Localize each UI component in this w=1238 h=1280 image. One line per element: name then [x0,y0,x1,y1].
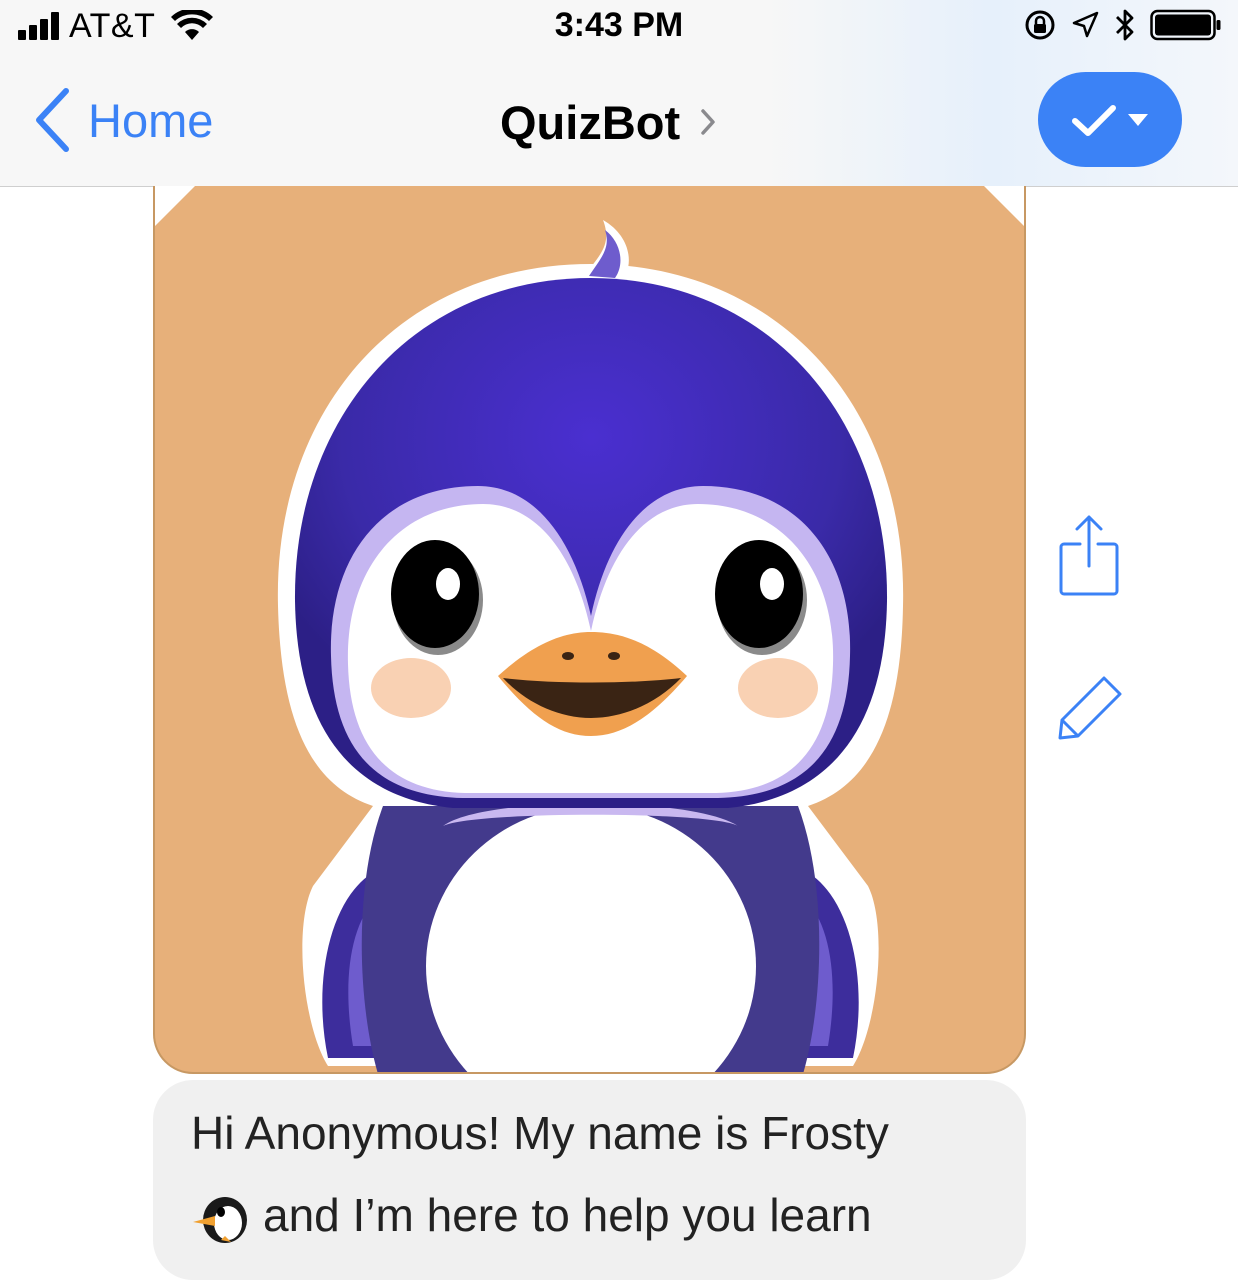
status-indicators [1024,6,1222,44]
location-arrow-icon [1072,11,1099,38]
caret-down-icon [1128,113,1148,126]
penguin-emoji-icon [193,1196,247,1243]
message-line-1: Hi Anonymous! My name is Frosty [191,1107,889,1159]
back-label: Home [88,93,214,147]
orientation-lock-icon [1025,10,1055,40]
navigation-bar: Home QuizBot [0,52,1238,187]
penguin-illustration [277,220,904,1072]
bot-message-bubble: Hi Anonymous! My name is Frosty and I’m … [153,1080,1026,1280]
battery-full-icon [1150,9,1221,41]
message-text: Hi Anonymous! My name is Frosty and I’m … [191,1092,988,1256]
chevron-right-icon [701,109,715,135]
penguin-image-card[interactable] [153,186,1026,1074]
message-line-2-row: and I’m here to help you learn [191,1174,988,1256]
conversation-title-button[interactable]: QuizBot [500,92,716,152]
checkmark-icon [1072,104,1116,136]
share-icon[interactable] [1058,514,1120,598]
back-button[interactable]: Home [34,88,213,152]
status-bar: AT&T 3:43 PM [0,0,1238,52]
message-line-2: and I’m here to help you learn [263,1189,872,1241]
chevron-left-icon [36,88,69,152]
page-title: QuizBot [500,95,681,149]
bluetooth-icon [1116,9,1134,41]
edit-pencil-icon[interactable] [1056,672,1126,740]
status-check-button[interactable] [1038,72,1182,167]
